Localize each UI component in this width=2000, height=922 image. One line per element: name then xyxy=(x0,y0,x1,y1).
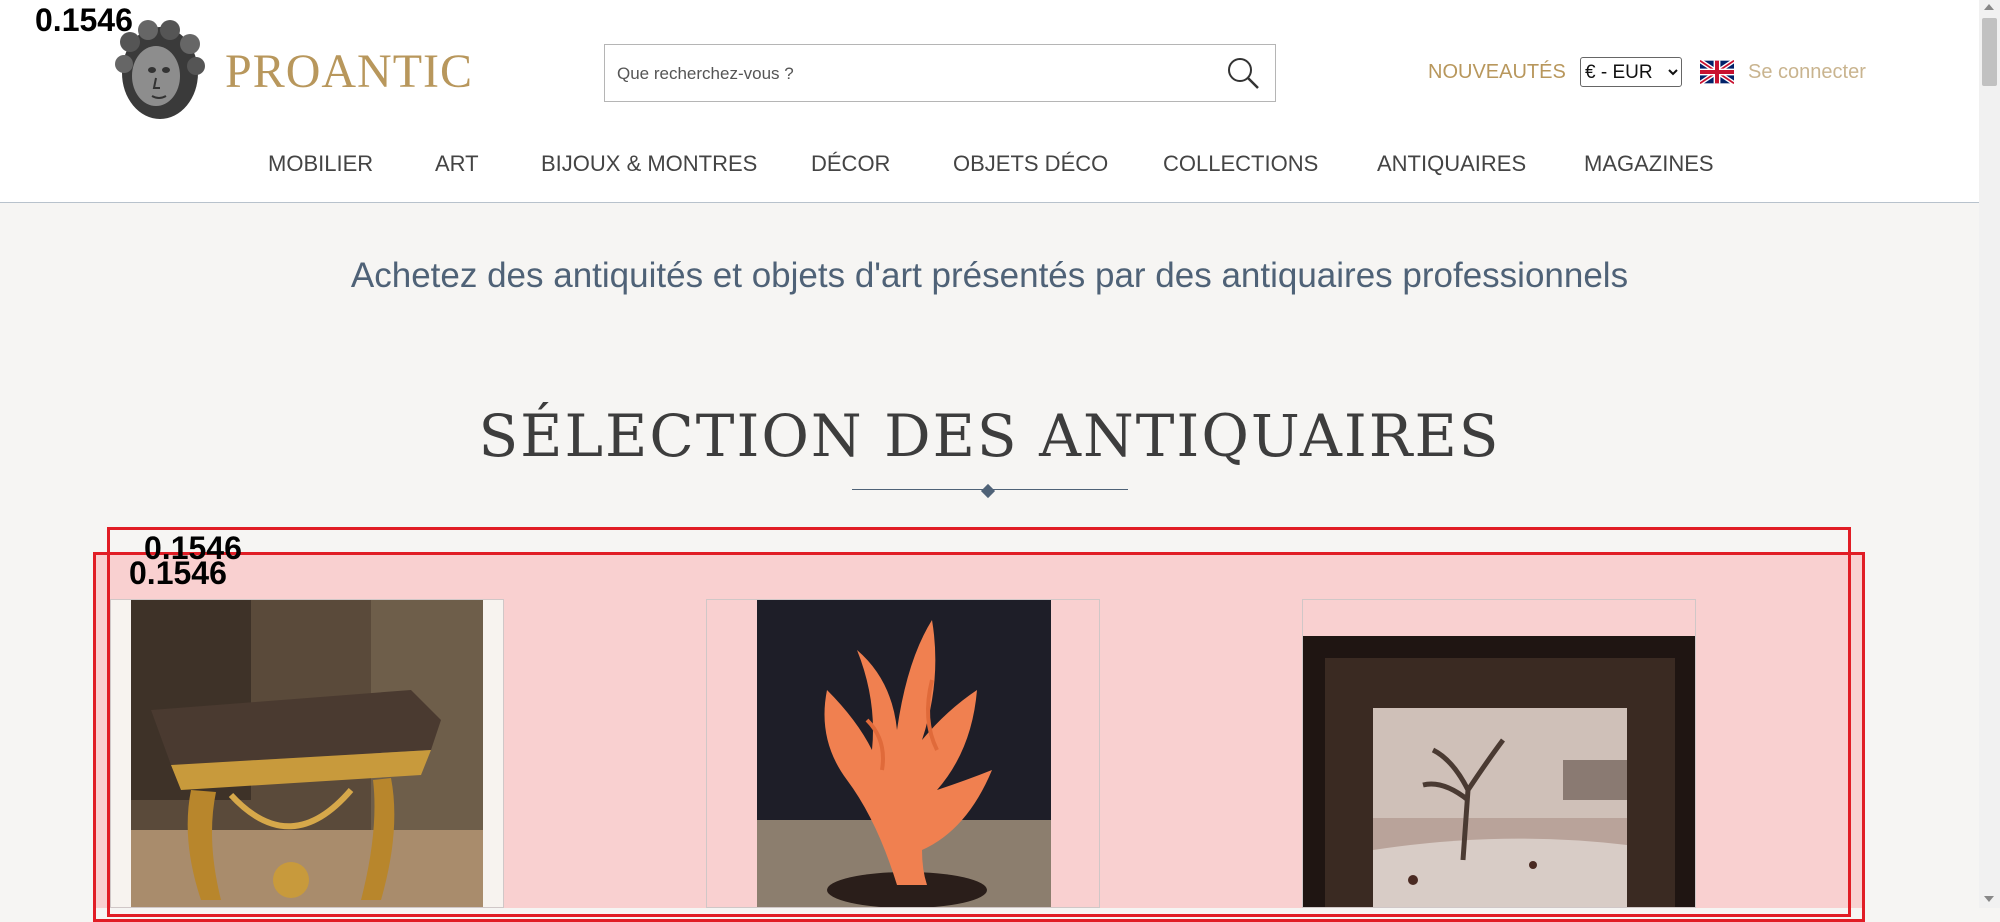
nav-item-decor[interactable]: DÉCOR xyxy=(811,151,890,177)
scroll-up-icon[interactable] xyxy=(1984,4,1994,10)
search-box xyxy=(604,44,1276,102)
nav-item-magazines[interactable]: MAGAZINES xyxy=(1584,151,1714,177)
search-input[interactable] xyxy=(615,57,1199,91)
scroll-thumb[interactable] xyxy=(1982,18,1997,86)
nav-item-collections[interactable]: COLLECTIONS xyxy=(1163,151,1318,177)
product-card-painting[interactable] xyxy=(1302,599,1696,908)
section-title: SÉLECTION DES ANTIQUAIRES xyxy=(478,402,1501,470)
winter-painting-image xyxy=(1303,600,1695,907)
scroll-down-icon[interactable] xyxy=(1984,896,1994,902)
new-arrivals-link[interactable]: NOUVEAUTÉS xyxy=(1428,61,1566,84)
product-card-coral[interactable] xyxy=(706,599,1100,908)
search-icon[interactable] xyxy=(1225,55,1261,91)
nav-item-antiquaires[interactable]: ANTIQUAIRES xyxy=(1377,151,1526,177)
uk-flag-icon[interactable] xyxy=(1700,60,1734,84)
login-link[interactable]: Se connecter xyxy=(1748,61,1866,84)
nav-item-art[interactable]: ART xyxy=(435,151,479,177)
nav-item-objets-deco[interactable]: OBJETS DÉCO xyxy=(953,151,1108,177)
nav-item-mobilier[interactable]: MOBILIER xyxy=(268,151,373,177)
currency-select[interactable]: € - EUR xyxy=(1580,57,1682,87)
console-table-image xyxy=(111,600,503,907)
brand-name[interactable]: PROANTIC xyxy=(225,44,473,99)
vertical-scrollbar[interactable] xyxy=(1979,0,2000,908)
diamond-icon xyxy=(980,483,996,499)
site-header: PROANTIC NOUVEAUTÉS € - EUR Se connecter… xyxy=(0,0,1979,203)
nav-item-bijoux-montres[interactable]: BIJOUX & MONTRES xyxy=(541,151,757,177)
page-tagline: Achetez des antiquités et objets d'art p… xyxy=(350,256,1629,295)
score-label: 0.1546 xyxy=(35,2,133,38)
main-nav: MOBILIER ART BIJOUX & MONTRES DÉCOR OBJE… xyxy=(0,145,1979,185)
coral-sculpture-image xyxy=(707,600,1099,907)
product-card-console[interactable] xyxy=(110,599,504,908)
score-label: 0.1546 xyxy=(129,555,227,591)
